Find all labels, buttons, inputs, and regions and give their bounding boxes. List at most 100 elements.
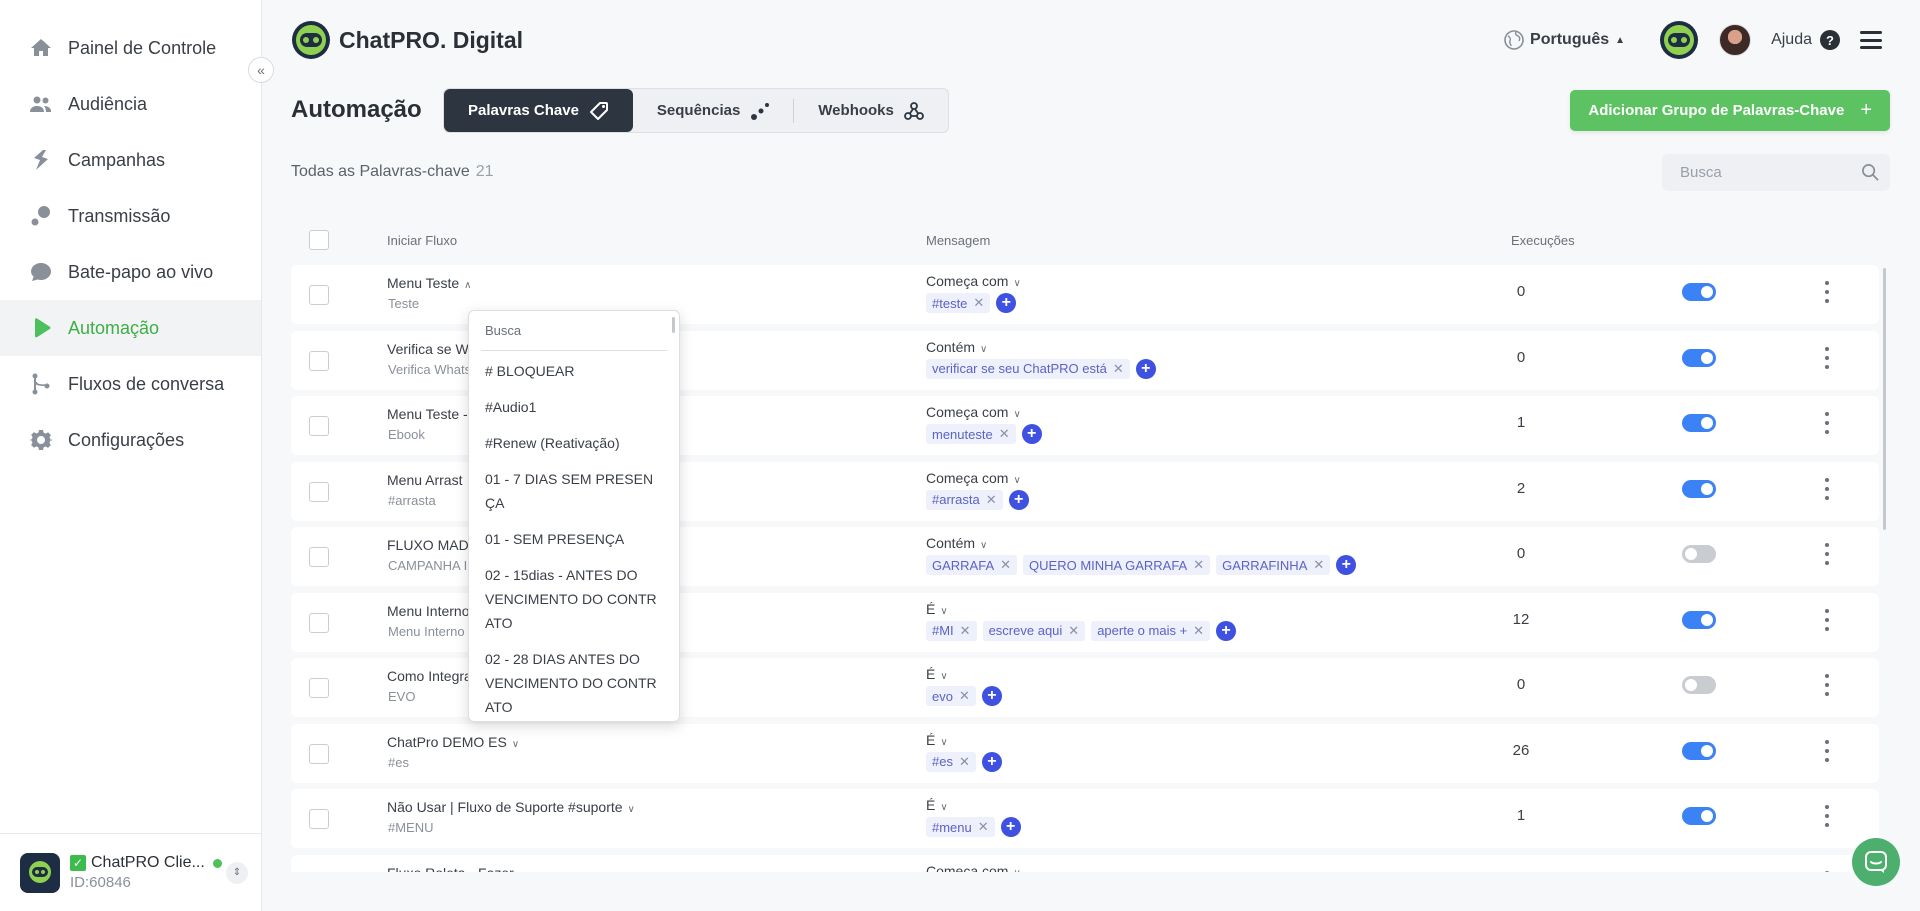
chevron-updown-icon[interactable]: ⇕ <box>226 861 248 884</box>
bot-avatar[interactable] <box>1659 20 1699 60</box>
dropdown-option[interactable]: #Audio1 <box>485 391 669 423</box>
select-all-checkbox[interactable] <box>309 230 329 250</box>
add-keyword-button[interactable]: + <box>1008 489 1029 510</box>
match-type-select[interactable]: É ∨ <box>926 666 948 682</box>
remove-tag-icon[interactable]: ✕ <box>973 295 984 311</box>
row-checkbox[interactable] <box>309 285 329 305</box>
more-options-icon[interactable] <box>1824 281 1830 303</box>
help-link[interactable]: Ajuda? <box>1771 30 1840 50</box>
remove-tag-icon[interactable]: ✕ <box>959 688 970 704</box>
add-keyword-group-button[interactable]: Adicionar Grupo de Palavras-Chave + <box>1570 90 1890 131</box>
add-keyword-button[interactable]: + <box>1336 555 1357 575</box>
match-type-select[interactable]: Começa com ∨ <box>926 470 1021 486</box>
row-checkbox[interactable] <box>309 678 329 698</box>
active-toggle[interactable] <box>1682 545 1716 563</box>
dropdown-option[interactable]: #Renew (Reativação) <box>485 427 669 459</box>
dropdown-option[interactable]: # BLOQUEAR <box>485 355 669 387</box>
table-row[interactable]: ChatPro DEMO ES ∨ #es É ∨ #es ✕ +26 <box>291 723 1879 783</box>
more-options-icon[interactable] <box>1824 412 1830 434</box>
sidebar-item-fluxos[interactable]: Fluxos de conversa <box>0 356 261 412</box>
remove-tag-icon[interactable]: ✕ <box>1068 623 1079 639</box>
flow-name[interactable]: FLUXO MAD∨ <box>387 537 481 553</box>
match-type-select[interactable]: É ∨ <box>926 797 948 813</box>
remove-tag-icon[interactable]: ✕ <box>1000 557 1011 573</box>
tab-sequencias[interactable]: Sequências <box>633 89 795 132</box>
tab-webhooks[interactable]: Webhooks <box>794 89 948 132</box>
account-switcher[interactable]: ✓ ChatPRO Clie... ID:60846 ⇕ <box>0 833 262 911</box>
support-chat-button[interactable] <box>1852 838 1900 886</box>
sidebar-item-configuracoes[interactable]: Configurações <box>0 412 261 468</box>
match-type-select[interactable]: Contém ∨ <box>926 339 987 355</box>
active-toggle[interactable] <box>1682 283 1716 301</box>
match-type-select[interactable]: Contém ∨ <box>926 535 987 551</box>
dropdown-option[interactable]: 02 - 28 DIAS ANTES DO VENCIMENTO DO CONT… <box>485 643 669 721</box>
active-toggle[interactable] <box>1682 610 1716 629</box>
dropdown-option[interactable]: 01 - 7 DIAS SEM PRESEN ÇA <box>485 463 669 519</box>
active-toggle[interactable] <box>1682 741 1716 760</box>
more-options-icon[interactable] <box>1824 346 1830 369</box>
more-options-icon[interactable] <box>1824 543 1830 565</box>
active-toggle[interactable] <box>1682 414 1716 432</box>
table-row[interactable]: Não Usar | Fluxo de Suporte #suporte ∨ #ME… <box>291 789 1879 848</box>
match-type-select[interactable]: Começa com ∨ <box>926 863 1021 873</box>
add-keyword-button[interactable]: + <box>1021 424 1042 444</box>
dropdown-scrollbar[interactable] <box>672 317 675 333</box>
row-checkbox[interactable] <box>309 743 329 764</box>
add-keyword-button[interactable]: + <box>1000 817 1021 837</box>
table-scrollbar[interactable] <box>1883 268 1886 530</box>
brand[interactable]: ChatPRO. Digital <box>291 20 523 60</box>
flow-name[interactable]: Menu Teste -∨ <box>387 406 480 422</box>
add-keyword-button[interactable]: + <box>1135 358 1156 379</box>
match-type-select[interactable]: Começa com ∨ <box>926 273 1021 289</box>
remove-tag-icon[interactable]: ✕ <box>1113 361 1124 377</box>
more-options-icon[interactable] <box>1824 674 1830 696</box>
sidebar-item-audiencia[interactable]: Audiência <box>0 76 261 132</box>
table-row[interactable]: Fluxo Roleta - Fazer ∨ Começa com ∨ <box>291 854 1879 873</box>
row-checkbox[interactable] <box>309 416 329 436</box>
remove-tag-icon[interactable]: ✕ <box>1313 557 1324 573</box>
remove-tag-icon[interactable]: ✕ <box>959 754 970 770</box>
more-options-icon[interactable] <box>1824 739 1830 762</box>
more-options-icon[interactable] <box>1824 870 1830 872</box>
tab-palavras-chave[interactable]: Palavras Chave <box>444 89 633 132</box>
row-checkbox[interactable] <box>309 481 329 502</box>
more-options-icon[interactable] <box>1824 477 1830 500</box>
active-toggle[interactable] <box>1682 348 1716 367</box>
flow-name[interactable]: Não Usar | Fluxo de Suporte #suporte ∨ <box>387 799 635 815</box>
flow-name[interactable]: Fluxo Roleta - Fazer ∨ <box>387 865 526 873</box>
row-checkbox[interactable] <box>309 547 329 567</box>
remove-tag-icon[interactable]: ✕ <box>1193 557 1204 573</box>
user-avatar[interactable] <box>1719 24 1752 56</box>
sidebar-item-automacao[interactable]: Automação <box>0 300 261 356</box>
row-checkbox[interactable] <box>309 809 329 829</box>
remove-tag-icon[interactable]: ✕ <box>999 426 1010 442</box>
remove-tag-icon[interactable]: ✕ <box>960 623 971 639</box>
sidebar-item-painel[interactable]: Painel de Controle <box>0 20 261 76</box>
match-type-select[interactable]: É ∨ <box>926 732 948 748</box>
row-checkbox[interactable] <box>309 612 329 633</box>
flow-name[interactable]: Menu Arrast∨ <box>387 472 475 488</box>
sidebar-item-campanhas[interactable]: Campanhas <box>0 132 261 188</box>
remove-tag-icon[interactable]: ✕ <box>986 492 997 508</box>
active-toggle[interactable] <box>1682 479 1716 498</box>
match-type-select[interactable]: Começa com ∨ <box>926 404 1021 420</box>
flow-name[interactable]: ChatPro DEMO ES ∨ <box>387 734 519 750</box>
add-keyword-button[interactable]: + <box>981 751 1002 772</box>
flow-name[interactable]: Verifica se W∨ <box>387 341 481 357</box>
sidebar-item-transmissao[interactable]: Transmissão <box>0 188 261 244</box>
language-selector[interactable]: Português ▲ <box>1504 30 1625 50</box>
remove-tag-icon[interactable]: ✕ <box>978 819 989 835</box>
dropdown-search-input[interactable]: Busca <box>481 321 667 351</box>
dropdown-option[interactable]: 01 - SEM PRESENÇA <box>485 523 669 555</box>
add-keyword-button[interactable]: + <box>996 293 1017 313</box>
active-toggle[interactable] <box>1682 807 1716 825</box>
sidebar-item-bate-papo[interactable]: Bate-papo ao vivo <box>0 244 261 300</box>
row-checkbox[interactable] <box>309 350 329 371</box>
active-toggle[interactable] <box>1682 676 1716 694</box>
collapse-sidebar-button[interactable]: « <box>248 57 274 83</box>
add-keyword-button[interactable]: + <box>1216 620 1237 641</box>
remove-tag-icon[interactable]: ✕ <box>1193 623 1204 639</box>
hamburger-menu-icon[interactable] <box>1860 31 1882 49</box>
add-keyword-button[interactable]: + <box>981 686 1002 706</box>
dropdown-option[interactable]: 02 - 15dias - ANTES DO VENCIMENTO DO CON… <box>485 559 669 639</box>
